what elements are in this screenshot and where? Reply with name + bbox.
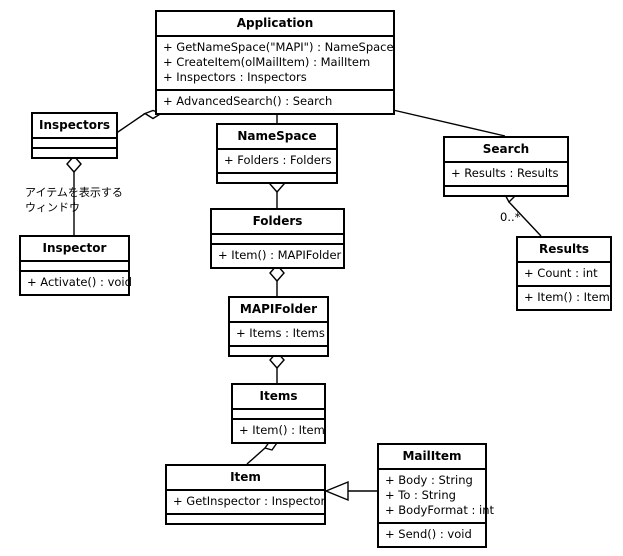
class-feature: + Item() : Item [524,290,610,304]
class-attributes-inspector [21,260,128,270]
class-operations-items: + Item() : Item [233,418,325,442]
class-operations-namespace [218,172,336,182]
class-name-folders: Folders [252,214,303,228]
class-feature: + GetInspector : Inspector [173,494,326,508]
class-operations-application: + AdvancedSearch() : Search [157,89,393,113]
class-name-namespace: NameSpace [237,129,317,143]
class-feature: + AdvancedSearch() : Search [163,94,333,108]
class-box-application[interactable]: Application + GetNameSpace("MAPI") : Nam… [155,10,395,115]
generalization-arrowhead [324,480,349,502]
class-name-item: Item [230,470,261,484]
note-inspector-description-line1: アイテムを表示する [25,186,123,199]
edge-folders-mapifolder [269,263,285,296]
class-feature: + Activate() : void [27,275,132,289]
edge-mailitem-item-generalization [324,480,377,502]
class-attributes-item: + GetInspector : Inspector [167,489,326,513]
class-operations-mapifolder [230,345,327,355]
class-feature: + Send() : void [385,527,472,541]
class-box-mailitem[interactable]: MailItem + Body : String + To : String +… [377,443,495,548]
class-box-inspectors[interactable]: Inspectors [31,112,118,159]
class-feature: + Items : Items [236,326,325,340]
class-attributes-mailitem: + Body : String + To : String + BodyForm… [379,468,495,522]
class-feature: + CreateItem(olMailItem) : MailItem [163,55,371,69]
note-inspector-description-line2: ウィンドウ [25,201,80,214]
class-operations-mailitem: + Send() : void [379,522,485,546]
class-attributes-results: + Count : int [518,261,610,285]
uml-class-diagram: Application + GetNameSpace("MAPI") : Nam… [0,0,623,556]
class-attributes-namespace: + Folders : Folders [218,148,336,172]
class-box-folders[interactable]: Folders + Item() : MAPIFolder [210,208,345,269]
class-box-results[interactable]: Results + Count : int + Item() : Item [516,236,612,311]
class-feature: + Folders : Folders [224,153,332,167]
class-box-items[interactable]: Items + Item() : Item [231,383,326,444]
class-operations-inspectors [33,147,116,157]
class-box-namespace[interactable]: NameSpace + Folders : Folders [216,123,338,184]
class-feature: + Body : String [385,473,473,487]
multiplicity-search-results: 0..* [500,210,521,224]
class-box-search[interactable]: Search + Results : Results [443,136,569,197]
class-operations-search [445,185,567,195]
class-name-inspectors: Inspectors [39,118,111,132]
class-operations-folders: + Item() : MAPIFolder [212,243,343,267]
class-feature: + BodyFormat : int [385,503,495,517]
class-feature: + Inspectors : Inspectors [163,70,307,84]
class-attributes-search: + Results : Results [445,161,567,185]
class-operations-inspector: + Activate() : void [21,270,132,294]
class-feature: + GetNameSpace("MAPI") : NameSpace [163,40,394,54]
edge-application-search [392,109,506,137]
class-attributes-inspectors [33,137,116,147]
class-name-mailitem: MailItem [402,449,462,463]
class-box-item[interactable]: Item + GetInspector : Inspector [165,464,326,525]
class-name-search: Search [482,142,530,156]
class-name-mapifolder: MAPIFolder [239,302,318,316]
class-operations-item [167,513,324,523]
class-box-mapifolder[interactable]: MAPIFolder + Items : Items [228,296,329,357]
class-name-application: Application [236,16,314,30]
class-feature: + Results : Results [451,166,559,180]
class-feature: + Item() : MAPIFolder [218,248,342,262]
class-name-items: Items [259,389,298,403]
class-attributes-items [233,408,324,418]
class-feature: + To : String [385,488,456,502]
class-name-results: Results [538,242,590,256]
class-feature: + Count : int [524,266,598,280]
class-attributes-folders [212,233,343,243]
class-attributes-application: + GetNameSpace("MAPI") : NameSpace + Cre… [157,35,394,89]
class-name-inspector: Inspector [42,241,107,255]
class-operations-results: + Item() : Item [518,285,610,309]
class-feature: + Item() : Item [239,423,325,437]
class-box-inspector[interactable]: Inspector + Activate() : void [19,235,132,296]
class-attributes-mapifolder: + Items : Items [230,321,327,345]
